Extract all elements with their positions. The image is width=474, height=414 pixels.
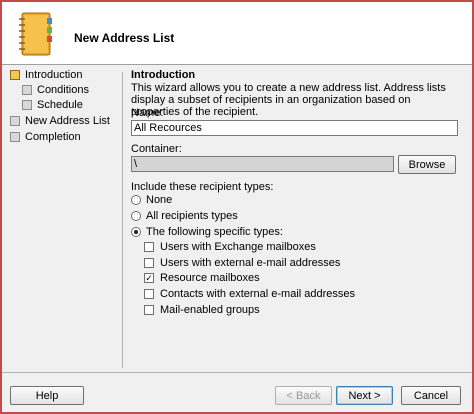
wizard-window: New Address List Introduction Conditions… xyxy=(0,0,474,414)
checkbox-icon[interactable] xyxy=(144,258,154,268)
step-label: Completion xyxy=(25,131,81,143)
wizard-footer: Help < Back Next > Cancel xyxy=(2,372,472,413)
checkbox-resource-mailboxes[interactable]: ✓ Resource mailboxes xyxy=(144,272,260,284)
back-button: < Back xyxy=(275,386,332,405)
radio-specific-types[interactable]: The following specific types: xyxy=(131,226,283,238)
radio-label: The following specific types: xyxy=(146,226,283,238)
step-introduction[interactable]: Introduction xyxy=(10,69,82,81)
section-description: This wizard allows you to create a new a… xyxy=(131,82,446,118)
step-label: Conditions xyxy=(37,84,89,96)
cancel-button[interactable]: Cancel xyxy=(401,386,461,405)
name-input[interactable]: All Recources xyxy=(131,120,458,136)
checkmark-icon[interactable]: ✓ xyxy=(144,273,154,283)
step-active-icon xyxy=(10,70,20,80)
step-conditions[interactable]: Conditions xyxy=(22,84,89,96)
step-icon xyxy=(22,100,32,110)
step-label: New Address List xyxy=(25,115,110,127)
radio-button-icon[interactable] xyxy=(131,195,141,205)
help-button[interactable]: Help xyxy=(10,386,84,405)
checkbox-label: Resource mailboxes xyxy=(160,272,260,284)
include-types-label: Include these recipient types: xyxy=(131,181,274,193)
browse-button[interactable]: Browse xyxy=(398,155,456,174)
next-button[interactable]: Next > xyxy=(336,386,393,405)
step-icon xyxy=(22,85,32,95)
checkbox-exchange-mailboxes[interactable]: Users with Exchange mailboxes xyxy=(144,241,316,253)
checkbox-label: Users with Exchange mailboxes xyxy=(160,241,316,253)
step-icon xyxy=(10,132,20,142)
checkbox-icon[interactable] xyxy=(144,305,154,315)
checkbox-mail-enabled-groups[interactable]: Mail-enabled groups xyxy=(144,304,260,316)
wizard-header: New Address List xyxy=(2,2,472,65)
checkbox-label: Mail-enabled groups xyxy=(160,304,260,316)
step-schedule[interactable]: Schedule xyxy=(22,99,83,111)
wizard-steps: Introduction Conditions Schedule New Add… xyxy=(2,65,122,372)
address-book-icon xyxy=(16,10,56,58)
step-completion[interactable]: Completion xyxy=(10,131,81,143)
radio-all-recipient-types[interactable]: All recipients types xyxy=(131,210,238,222)
checkbox-external-contacts[interactable]: Contacts with external e-mail addresses xyxy=(144,288,355,300)
wizard-title: New Address List xyxy=(74,31,175,45)
checkbox-label: Contacts with external e-mail addresses xyxy=(160,288,356,300)
step-label: Schedule xyxy=(37,99,83,111)
wizard-content: Introduction This wizard allows you to c… xyxy=(122,65,462,372)
checkbox-icon[interactable] xyxy=(144,289,154,299)
step-label: Introduction xyxy=(25,69,83,81)
checkbox-icon[interactable] xyxy=(144,242,154,252)
radio-label: All recipients types xyxy=(146,210,238,222)
step-new-address-list[interactable]: New Address List xyxy=(10,115,110,127)
radio-button-icon[interactable] xyxy=(131,211,141,221)
checkbox-external-email-users[interactable]: Users with external e-mail addresses xyxy=(144,257,340,269)
radio-button-selected-icon[interactable] xyxy=(131,227,141,237)
radio-label: None xyxy=(146,194,173,206)
step-icon xyxy=(10,116,20,126)
container-label: Container: xyxy=(131,143,182,155)
section-title: Introduction xyxy=(131,69,196,81)
radio-none[interactable]: None xyxy=(131,194,172,206)
container-input: \ xyxy=(131,156,394,172)
checkbox-label: Users with external e-mail addresses xyxy=(160,257,341,269)
name-label: Name: xyxy=(131,107,164,119)
